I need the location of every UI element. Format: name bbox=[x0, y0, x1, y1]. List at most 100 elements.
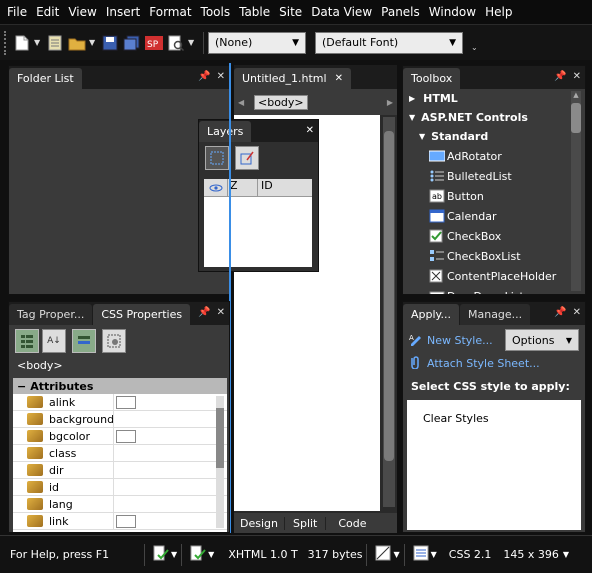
attribute-row[interactable]: link bbox=[13, 512, 227, 530]
column-header-z[interactable]: Z bbox=[228, 179, 258, 196]
toolbox-group-html[interactable]: ▶ HTML bbox=[403, 89, 573, 108]
pin-icon[interactable]: 📌 bbox=[198, 307, 210, 318]
toolbar-overflow-icon[interactable]: ⌄ bbox=[471, 43, 478, 52]
pin-icon[interactable]: 📌 bbox=[554, 71, 566, 82]
attribute-value-field[interactable] bbox=[113, 410, 215, 428]
close-icon[interactable]: ✕ bbox=[217, 71, 225, 82]
pin-icon[interactable]: 📌 bbox=[198, 71, 210, 82]
tab-apply-styles[interactable]: Apply... bbox=[403, 304, 459, 325]
close-icon[interactable]: ✕ bbox=[306, 125, 314, 136]
style-application-dropdown-icon[interactable]: ▼ bbox=[393, 550, 399, 559]
options-button[interactable]: Options ▼ bbox=[505, 329, 579, 351]
toolbox-item[interactable]: BulletedList bbox=[403, 166, 573, 186]
tab-split[interactable]: Split bbox=[285, 516, 327, 530]
toolbox-item[interactable]: CheckBox bbox=[403, 226, 573, 246]
menu-site[interactable]: Site bbox=[275, 5, 306, 19]
tab-manage-styles[interactable]: Manage... bbox=[459, 304, 531, 325]
quick-tag-body[interactable]: <body> bbox=[254, 94, 308, 110]
attribute-value-field[interactable] bbox=[113, 461, 215, 479]
column-header-id[interactable]: ID bbox=[258, 179, 273, 196]
attribute-row[interactable]: alink bbox=[13, 393, 227, 411]
scrollbar-thumb[interactable] bbox=[571, 103, 581, 133]
open-site-icon[interactable] bbox=[45, 33, 65, 53]
scroll-up-icon[interactable]: ▲ bbox=[571, 91, 581, 99]
attribute-value-field[interactable] bbox=[113, 495, 215, 513]
menu-table[interactable]: Table bbox=[235, 5, 274, 19]
insert-layer-icon[interactable] bbox=[205, 146, 229, 170]
attribute-value-field[interactable] bbox=[113, 512, 215, 530]
toolbox-group-aspnet[interactable]: ▼ ASP.NET Controls bbox=[403, 108, 573, 127]
new-page-icon[interactable] bbox=[12, 33, 32, 53]
attributes-section-header[interactable]: − Attributes bbox=[13, 378, 227, 394]
toolbox-item[interactable]: ContentPlaceHolder bbox=[403, 266, 573, 286]
doctype-label[interactable]: XHTML 1.0 T bbox=[228, 548, 297, 561]
attribute-value-field[interactable] bbox=[113, 427, 215, 445]
attributes-scrollbar[interactable] bbox=[216, 396, 224, 528]
tab-design[interactable]: Design bbox=[234, 516, 285, 530]
draw-layer-icon[interactable] bbox=[235, 146, 259, 170]
publish-sharepoint-icon[interactable]: SP bbox=[144, 33, 164, 53]
open-dropdown-icon[interactable]: ▼ bbox=[89, 38, 97, 47]
attribute-value-field[interactable] bbox=[113, 444, 215, 462]
scroll-left-icon[interactable]: ◀ bbox=[238, 98, 248, 107]
categorize-icon[interactable] bbox=[15, 329, 39, 353]
pin-icon[interactable]: 📌 bbox=[554, 307, 566, 318]
menu-file[interactable]: File bbox=[3, 5, 31, 19]
close-icon[interactable]: ✕ bbox=[217, 307, 225, 318]
visual-aids-dropdown-icon[interactable]: ▼ bbox=[171, 550, 177, 559]
menu-view[interactable]: View bbox=[64, 5, 100, 19]
visual-aids-icon[interactable] bbox=[153, 545, 169, 564]
open-folder-icon[interactable] bbox=[67, 33, 87, 53]
toolbox-item[interactable]: CheckBoxList bbox=[403, 246, 573, 266]
menu-format[interactable]: Format bbox=[145, 5, 195, 19]
tab-document[interactable]: Untitled_1.html ✕ bbox=[234, 68, 351, 89]
menu-tools[interactable]: Tools bbox=[197, 5, 235, 19]
vertical-scrollbar[interactable] bbox=[383, 117, 395, 507]
attribute-row[interactable]: bgcolor bbox=[13, 427, 227, 445]
menu-edit[interactable]: Edit bbox=[32, 5, 63, 19]
properties-settings-icon[interactable] bbox=[102, 329, 126, 353]
attach-style-sheet-link[interactable]: Attach Style Sheet... bbox=[427, 357, 540, 370]
toolbox-group-standard[interactable]: ▼ Standard bbox=[403, 127, 573, 146]
menu-help[interactable]: Help bbox=[481, 5, 516, 19]
close-icon[interactable]: ✕ bbox=[335, 73, 343, 84]
page-mode-dropdown-icon[interactable]: ▼ bbox=[208, 550, 214, 559]
clear-styles-item[interactable]: Clear Styles bbox=[423, 412, 581, 425]
toolbar-grip[interactable] bbox=[4, 30, 8, 55]
color-swatch[interactable] bbox=[116, 514, 136, 528]
scrollbar-thumb[interactable] bbox=[216, 408, 224, 468]
menu-data-view[interactable]: Data View bbox=[307, 5, 376, 19]
attribute-row[interactable]: lang bbox=[13, 495, 227, 513]
menu-panels[interactable]: Panels bbox=[377, 5, 424, 19]
tab-tag-properties[interactable]: Tag Proper... bbox=[9, 304, 93, 325]
font-combo[interactable]: (Default Font) ▼ bbox=[315, 31, 463, 54]
color-swatch[interactable] bbox=[116, 395, 136, 409]
schema-icon[interactable] bbox=[413, 545, 429, 564]
attribute-row[interactable]: dir bbox=[13, 461, 227, 479]
page-dimensions-dropdown-icon[interactable]: ▼ bbox=[563, 550, 569, 559]
tab-folder-list[interactable]: Folder List bbox=[9, 68, 82, 89]
close-icon[interactable]: ✕ bbox=[573, 307, 581, 318]
page-mode-icon[interactable] bbox=[190, 545, 206, 564]
toolbox-item[interactable]: ab Button bbox=[403, 186, 573, 206]
toolbox-item[interactable]: DropDownList bbox=[403, 286, 573, 294]
save-icon[interactable] bbox=[100, 33, 120, 53]
attribute-row[interactable]: class bbox=[13, 444, 227, 462]
tab-toolbox[interactable]: Toolbox bbox=[403, 68, 461, 89]
new-style-link[interactable]: New Style... bbox=[427, 334, 493, 347]
preview-icon[interactable] bbox=[166, 33, 186, 53]
style-combo[interactable]: (None) ▼ bbox=[208, 31, 306, 54]
show-set-properties-icon[interactable] bbox=[72, 329, 96, 353]
tab-code[interactable]: Code bbox=[326, 517, 378, 530]
scroll-right-icon[interactable]: ▶ bbox=[387, 98, 393, 107]
attribute-row[interactable]: background bbox=[13, 410, 227, 428]
color-swatch[interactable] bbox=[116, 429, 136, 443]
attribute-value-field[interactable] bbox=[113, 393, 215, 411]
eye-icon[interactable] bbox=[204, 179, 228, 196]
style-application-icon[interactable] bbox=[375, 545, 391, 564]
css-version-label[interactable]: CSS 2.1 bbox=[449, 548, 492, 561]
attribute-value-field[interactable] bbox=[113, 478, 215, 496]
menu-window[interactable]: Window bbox=[425, 5, 480, 19]
preview-dropdown-icon[interactable]: ▼ bbox=[188, 38, 196, 47]
toolbox-item[interactable]: AdRotator bbox=[403, 146, 573, 166]
